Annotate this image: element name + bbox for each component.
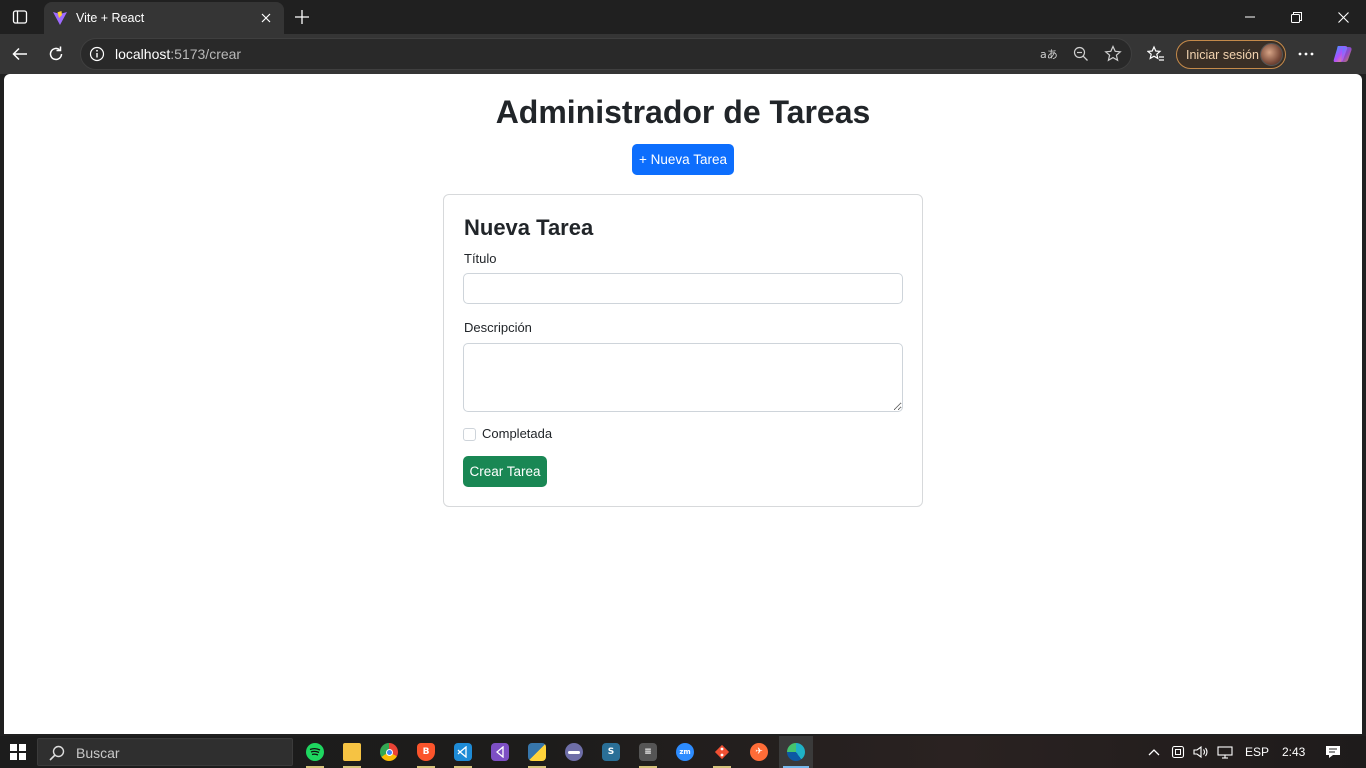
back-icon[interactable] [6,40,34,68]
titulo-label: Título [464,251,497,266]
visual-studio-icon[interactable] [483,736,517,768]
windows-taskbar: Buscar B S ≡ zm ✈ ESP 2:43 [0,736,1366,768]
brave-icon[interactable]: B [409,736,443,768]
meet-now-icon[interactable] [1170,744,1186,760]
form-title: Nueva Tarea [464,215,594,240]
postman-icon[interactable]: ✈ [742,736,776,768]
minimize-icon[interactable] [1227,0,1273,34]
signin-label: Iniciar sesión [1186,47,1259,62]
more-menu-icon[interactable] [1292,40,1320,68]
avatar [1260,43,1283,66]
completed-label: Completada [482,426,553,441]
windows-start-icon[interactable] [10,744,26,760]
task-form-card: Nueva Tarea Título Descripción Completad… [443,194,923,507]
create-task-button[interactable]: Crear Tarea [463,456,547,487]
spotify-icon[interactable] [298,736,332,768]
file-explorer-icon[interactable] [335,736,369,768]
favorites-icon[interactable] [1142,40,1170,68]
address-bar[interactable]: localhost:5173/crear aあ [80,38,1132,70]
browser-titlebar: Vite + React [0,0,1366,34]
edge-icon[interactable] [779,736,813,768]
page-viewport: Administrador de Tareas + Nueva Tarea Nu… [4,74,1362,734]
notifications-icon[interactable] [1325,744,1341,760]
volume-icon[interactable] [1193,744,1209,760]
descripcion-textarea[interactable] [463,343,903,412]
clock[interactable]: 2:43 [1282,736,1305,768]
svg-text:aあ: aあ [1040,48,1058,61]
tool-icon[interactable]: ≡ [631,736,665,768]
titulo-input[interactable] [463,273,903,304]
vscode-icon[interactable] [446,736,480,768]
new-task-button[interactable]: + Nueva Tarea [632,144,734,175]
network-icon[interactable] [1217,744,1233,760]
page-title: Administrador de Tareas [495,94,871,130]
url-host: localhost [115,46,171,62]
copilot-icon[interactable] [1332,43,1354,65]
show-hidden-icons-icon[interactable] [1146,744,1162,760]
url-path: :5173/crear [170,46,242,62]
language-indicator[interactable]: ESP [1245,736,1269,768]
vite-icon [53,11,67,25]
new-tab-icon[interactable] [292,7,312,27]
site-info-icon[interactable] [89,46,105,62]
descripcion-label: Descripción [464,320,532,335]
restore-icon[interactable] [1273,0,1319,34]
zoom-out-icon[interactable] [1071,44,1091,64]
app-icon[interactable] [557,736,591,768]
read-aloud-icon[interactable]: aあ [1039,44,1059,64]
git-icon[interactable] [705,736,739,768]
completed-checkbox[interactable] [463,428,476,441]
browser-toolbar: localhost:5173/crear aあ Iniciar sesión [0,34,1366,74]
search-icon [49,745,65,761]
sql-server-icon[interactable]: S [594,736,628,768]
signin-button[interactable]: Iniciar sesión [1176,40,1286,69]
favorite-star-icon[interactable] [1103,44,1123,64]
tab-title: Vite + React [76,11,145,25]
python-icon[interactable] [520,736,554,768]
browser-tab[interactable]: Vite + React [44,2,284,34]
close-tab-icon[interactable] [258,10,274,26]
url-text: localhost:5173/crear [115,39,241,69]
reload-icon[interactable] [42,40,70,68]
close-window-icon[interactable] [1320,0,1366,34]
zoom-icon[interactable]: zm [668,736,702,768]
taskbar-search[interactable]: Buscar [37,738,293,766]
tab-actions-icon[interactable] [10,7,30,27]
search-placeholder: Buscar [76,745,120,761]
chrome-icon[interactable] [372,736,406,768]
